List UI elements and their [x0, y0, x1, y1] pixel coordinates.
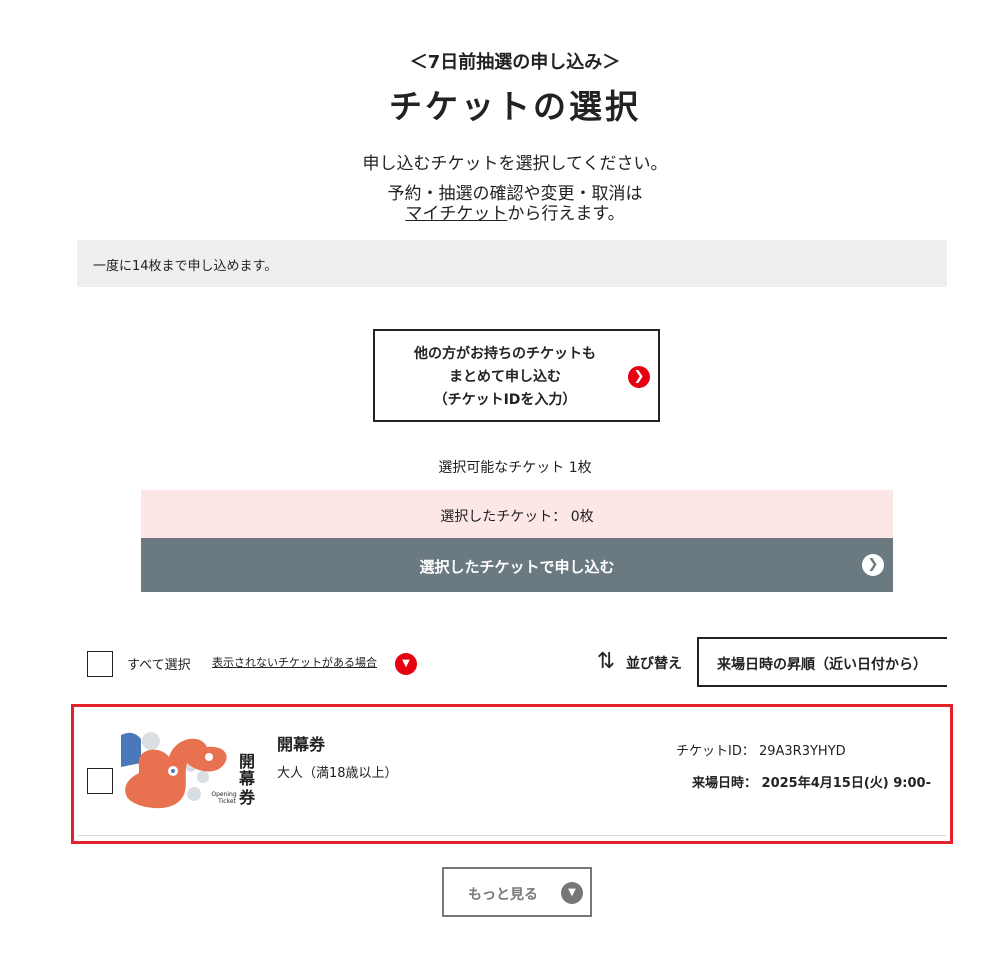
- page-subtitle: ＜7日前抽選の申し込み＞: [409, 52, 621, 73]
- thumbnail-label-3: 券: [238, 788, 256, 807]
- my-ticket-note-line2: マイチケットから行えます。: [0, 204, 1002, 224]
- add-other-ticket-line3: （チケットIDを入力）: [433, 392, 577, 408]
- thumbnail-sub-label-2: Ticket: [217, 798, 236, 805]
- selected-count: 選択したチケット： 0枚: [440, 509, 594, 525]
- apply-selected-button[interactable]: 選択したチケットで申し込む ❯: [141, 538, 893, 592]
- ticket-visit-date: 来場日時： 2025年4月15日(火) 9:00-: [692, 776, 931, 791]
- available-count: 選択可能なチケット 1枚: [438, 460, 592, 476]
- sort-icon: ⇅: [596, 649, 616, 674]
- ticket-name: 開幕券: [277, 735, 326, 754]
- thumbnail-sub-label-1: Opening: [211, 791, 236, 798]
- ticket-thumbnail: 開 幕 券 Opening Ticket: [121, 727, 261, 809]
- limit-text: 一度に14枚まで申し込めます。: [93, 259, 278, 274]
- select-all-checkbox[interactable]: [87, 651, 113, 677]
- selected-count-bar: 選択したチケット： 0枚: [141, 490, 893, 538]
- chevron-right-icon: ❯: [628, 366, 650, 388]
- chevron-down-icon[interactable]: ▼: [395, 653, 417, 675]
- sort-select[interactable]: 来場日時の昇順（近い日付から）: [697, 637, 947, 687]
- my-ticket-link[interactable]: マイチケット: [405, 204, 507, 224]
- ticket-checkbox[interactable]: [87, 768, 113, 794]
- show-more-label: もっと見る: [468, 887, 538, 903]
- my-ticket-note-suffix: から行えます。: [507, 204, 625, 224]
- ticket-type: 大人（満18歳以上）: [277, 766, 398, 781]
- apply-selected-label: 選択したチケットで申し込む: [419, 558, 615, 576]
- limit-notice: 一度に14枚まで申し込めます。: [77, 240, 947, 287]
- ticket-id: チケットID： 29A3R3YHYD: [676, 744, 846, 759]
- add-other-ticket-line1: 他の方がお持ちのチケットも: [414, 346, 596, 362]
- show-more-button[interactable]: もっと見る ▼: [442, 867, 592, 917]
- page-title: チケットの選択: [389, 87, 641, 126]
- chevron-down-icon: ▼: [561, 882, 583, 904]
- add-other-ticket-label: 他の方がお持ちのチケットも まとめて申し込む （チケットIDを入力）: [375, 343, 635, 412]
- hidden-tickets-link[interactable]: 表示されないチケットがある場合: [212, 654, 377, 670]
- instruction-text: 申し込むチケットを選択してください。: [362, 154, 668, 174]
- my-ticket-note: 予約・抽選の確認や変更・取消は: [387, 184, 643, 204]
- sort-label: 並び替え: [626, 656, 682, 672]
- thumbnail-label-2: 幕: [238, 769, 256, 788]
- add-other-ticket-button[interactable]: 他の方がお持ちのチケットも まとめて申し込む （チケットIDを入力） ❯: [373, 329, 660, 422]
- add-other-ticket-line2: まとめて申し込む: [449, 369, 561, 385]
- chevron-right-icon: ❯: [862, 554, 884, 576]
- sort-select-value: 来場日時の昇順（近い日付から）: [717, 657, 927, 673]
- select-all-label: すべて選択: [127, 658, 191, 673]
